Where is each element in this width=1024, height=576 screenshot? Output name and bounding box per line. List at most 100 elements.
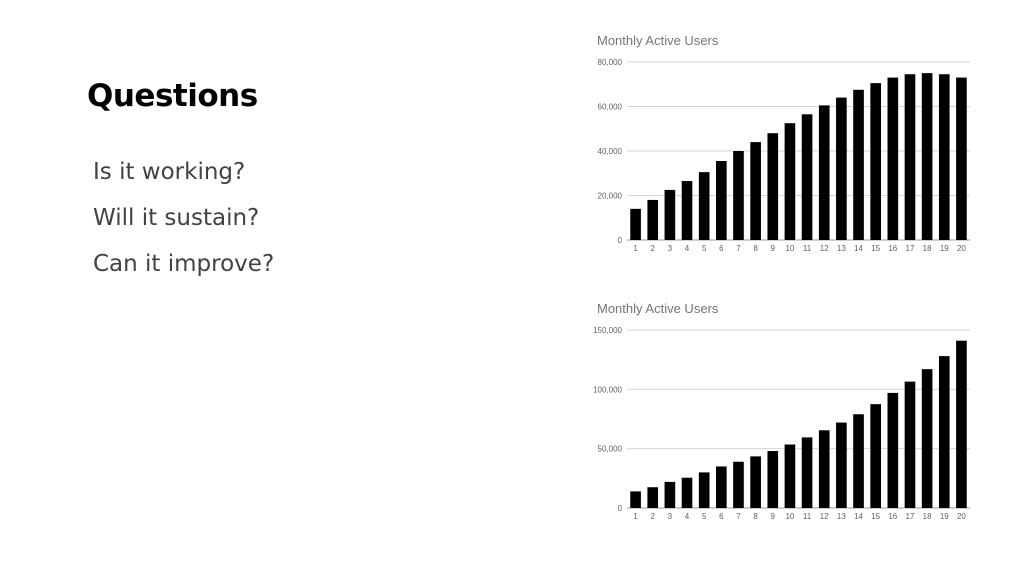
x-tick-label: 11 bbox=[803, 244, 812, 253]
bar bbox=[767, 133, 779, 240]
x-tick-label: 11 bbox=[803, 512, 812, 521]
x-tick-label: 10 bbox=[785, 244, 794, 253]
bar bbox=[818, 105, 830, 240]
chart-bottom: Monthly Active Users 0 50,000 100,000 150,0… bbox=[590, 296, 980, 528]
y-tick-label: 100,000 bbox=[593, 385, 622, 394]
x-tick-label: 10 bbox=[785, 512, 794, 521]
x-tick-label: 17 bbox=[906, 244, 915, 253]
bar bbox=[698, 172, 710, 240]
bar bbox=[836, 97, 847, 240]
y-tick-label: 40,000 bbox=[598, 147, 623, 156]
bar bbox=[904, 381, 916, 508]
x-tick-label: 15 bbox=[871, 512, 880, 521]
question-list: Is it working? Will it sustain? Can it i… bbox=[93, 154, 274, 292]
y-tick-label: 80,000 bbox=[598, 58, 623, 67]
bar bbox=[750, 142, 761, 240]
x-tick-label: 2 bbox=[650, 244, 655, 253]
chart-title: Monthly Active Users bbox=[597, 301, 719, 316]
bar bbox=[853, 89, 864, 240]
x-tick-label: 6 bbox=[719, 512, 724, 521]
x-tick-label: 9 bbox=[771, 244, 776, 253]
bar bbox=[887, 77, 899, 240]
bar bbox=[836, 422, 847, 508]
x-tick-label: 7 bbox=[736, 244, 741, 253]
x-tick-label: 16 bbox=[888, 512, 897, 521]
x-tick-label: 19 bbox=[940, 244, 949, 253]
x-tick-label: 8 bbox=[753, 244, 758, 253]
y-tick-label: 150,000 bbox=[593, 326, 622, 335]
x-tick-label: 16 bbox=[888, 244, 897, 253]
x-tick-label: 4 bbox=[685, 244, 690, 253]
bar bbox=[956, 77, 967, 240]
bar bbox=[733, 151, 744, 240]
x-tick-label: 5 bbox=[702, 512, 707, 521]
bar bbox=[733, 461, 744, 508]
x-tick-label: 1 bbox=[633, 244, 638, 253]
bar bbox=[870, 83, 881, 240]
bar bbox=[921, 73, 933, 240]
y-tick-label: 20,000 bbox=[598, 192, 623, 201]
bar bbox=[681, 477, 693, 508]
x-tick-label: 6 bbox=[719, 244, 724, 253]
x-tick-label: 14 bbox=[854, 244, 863, 253]
bar bbox=[887, 392, 899, 508]
bar bbox=[870, 404, 881, 508]
x-tick-label: 18 bbox=[923, 512, 932, 521]
question-item: Can it improve? bbox=[93, 251, 275, 277]
y-tick-label: 50,000 bbox=[598, 445, 623, 454]
x-tick-label: 20 bbox=[957, 244, 966, 253]
bar bbox=[647, 199, 659, 240]
bar bbox=[818, 430, 830, 508]
y-tick-label: 0 bbox=[618, 236, 623, 245]
chart-plot: 020,00040,00060,00080,0001 2 3 4 5 6 7 8 9 10 11 12… bbox=[598, 58, 970, 253]
bar bbox=[681, 181, 693, 240]
bar bbox=[801, 437, 813, 508]
x-tick-label: 13 bbox=[837, 512, 846, 521]
x-tick-label: 19 bbox=[940, 512, 949, 521]
chart-top-svg: Monthly Active Users 0 20,000 40,000 60,000… bbox=[597, 33, 970, 253]
x-tick-label: 17 bbox=[906, 512, 915, 521]
question-item: Will it sustain? bbox=[93, 205, 260, 231]
bar bbox=[750, 456, 761, 508]
x-tick-label: 15 bbox=[871, 244, 880, 253]
x-tick-label: 3 bbox=[668, 244, 673, 253]
bar bbox=[716, 161, 727, 240]
x-tick-label: 9 bbox=[771, 512, 776, 521]
slide-title: Questions bbox=[87, 78, 258, 114]
bar bbox=[664, 481, 676, 508]
chart-top: Monthly Active Users 0 20,000 40,000 60,000… bbox=[590, 28, 980, 260]
x-tick-label: 18 bbox=[923, 244, 932, 253]
x-tick-label: 7 bbox=[736, 512, 741, 521]
bar bbox=[956, 340, 967, 508]
bar bbox=[664, 189, 676, 240]
x-tick-label: 20 bbox=[957, 512, 966, 521]
x-tick-label: 8 bbox=[753, 512, 758, 521]
x-tick-label: 3 bbox=[668, 512, 673, 521]
bar bbox=[716, 466, 727, 508]
bar bbox=[630, 208, 641, 240]
bar bbox=[767, 451, 779, 508]
bar bbox=[938, 356, 950, 508]
chart-plot: 050,000100,000150,0001 2 3 4 5 6 7 8 9 10 11 12 13 14… bbox=[593, 326, 970, 521]
bar bbox=[853, 414, 864, 508]
question-item: Is it working? bbox=[93, 159, 246, 185]
x-tick-label: 2 bbox=[650, 512, 655, 521]
x-tick-label: 12 bbox=[820, 512, 829, 521]
chart-bottom-svg: Monthly Active Users 0 50,000 100,000 150,0… bbox=[593, 301, 970, 521]
x-tick-label: 1 bbox=[633, 512, 638, 521]
y-tick-label: 0 bbox=[618, 504, 623, 513]
x-tick-label: 12 bbox=[820, 244, 829, 253]
y-tick-label: 60,000 bbox=[598, 103, 623, 112]
bar bbox=[784, 123, 796, 240]
bar bbox=[630, 491, 641, 508]
bar bbox=[801, 114, 813, 240]
x-tick-label: 14 bbox=[854, 512, 863, 521]
bar bbox=[921, 369, 933, 508]
x-tick-label: 13 bbox=[837, 244, 846, 253]
chart-title: Monthly Active Users bbox=[597, 33, 719, 48]
x-tick-label: 5 bbox=[702, 244, 707, 253]
bar bbox=[698, 472, 710, 508]
bar bbox=[904, 74, 916, 240]
bar bbox=[938, 74, 950, 240]
bar bbox=[647, 487, 659, 508]
